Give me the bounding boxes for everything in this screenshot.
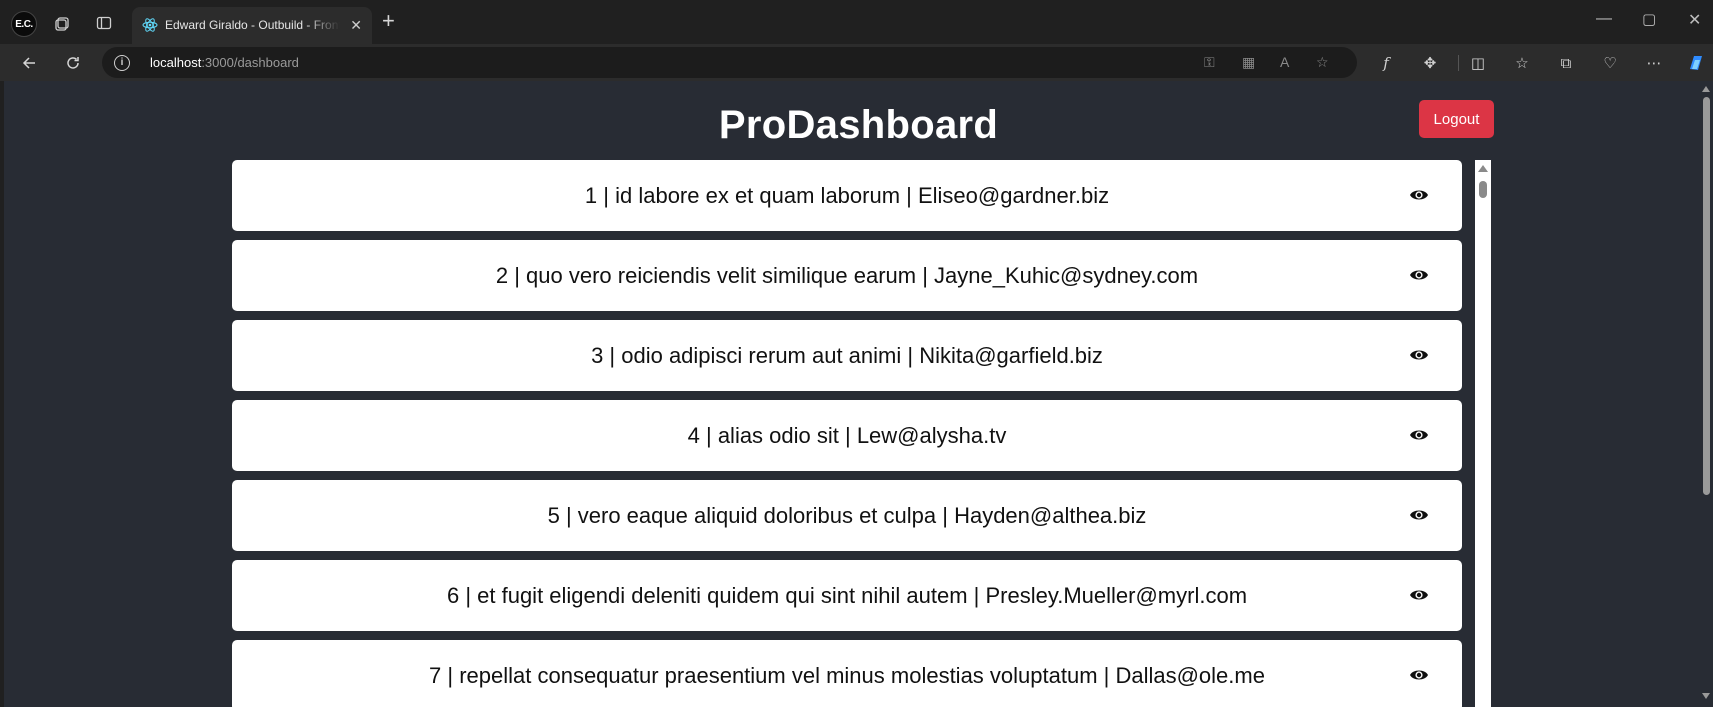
- list-item: 2 | quo vero reiciendis velit similique …: [232, 240, 1462, 311]
- browser-essentials-icon[interactable]: ♡: [1600, 53, 1620, 73]
- address-bar[interactable]: i localhost:3000/dashboard ⚿ ▦ A ☆: [102, 47, 1357, 78]
- tab-close-icon[interactable]: ✕: [350, 17, 362, 33]
- favorite-star-icon[interactable]: ☆: [1316, 54, 1329, 71]
- list-item: 5 | vero eaque aliquid doloribus et culp…: [232, 480, 1462, 551]
- page-scroll-up-icon[interactable]: [1702, 86, 1710, 92]
- font-icon[interactable]: f: [1376, 53, 1396, 73]
- key-icon[interactable]: ⚿: [1204, 54, 1215, 71]
- list-item-text: 6 | et fugit eligendi deleniti quidem qu…: [446, 582, 1248, 608]
- dashboard-page: ProDashboard Logout 1 | id labore ex et …: [4, 81, 1713, 707]
- eye-icon[interactable]: [1409, 187, 1429, 203]
- list-item-text: 3 | odio adipisci rerum aut animi | Niki…: [591, 342, 1103, 368]
- logout-button[interactable]: Logout: [1419, 100, 1494, 138]
- workspaces-icon[interactable]: [52, 12, 74, 34]
- eye-icon[interactable]: [1409, 347, 1429, 363]
- extensions-icon[interactable]: ✥: [1420, 53, 1440, 73]
- profile-initials: E.C.: [15, 18, 33, 30]
- close-window-icon[interactable]: ✕: [1688, 10, 1701, 30]
- list-scrollbar[interactable]: [1475, 160, 1491, 707]
- browser-toolbar: i localhost:3000/dashboard ⚿ ▦ A ☆ f ✥ ◫…: [0, 44, 1713, 81]
- maximize-icon[interactable]: ▢: [1642, 10, 1656, 28]
- eye-icon[interactable]: [1409, 587, 1429, 603]
- list-item: 1 | id labore ex et quam laborum | Elise…: [232, 160, 1462, 231]
- list-item: 3 | odio adipisci rerum aut animi | Niki…: [232, 320, 1462, 391]
- page-scrollbar-thumb[interactable]: [1703, 97, 1710, 495]
- copilot-icon[interactable]: [1686, 53, 1706, 73]
- list-item: 6 | et fugit eligendi deleniti quidem qu…: [232, 560, 1462, 631]
- vertical-tabs-icon[interactable]: [93, 12, 115, 34]
- back-icon[interactable]: [18, 52, 40, 74]
- list-item: 4 | alias odio sit | Lew@alysha.tv: [232, 400, 1462, 471]
- eye-icon[interactable]: [1409, 507, 1429, 523]
- list-item: 7 | repellat consequatur praesentium vel…: [232, 640, 1462, 707]
- app-available-icon[interactable]: ▦: [1242, 54, 1255, 71]
- read-aloud-icon[interactable]: A: [1280, 54, 1289, 70]
- page-scroll-down-icon[interactable]: [1702, 693, 1710, 699]
- profile-avatar[interactable]: E.C.: [11, 11, 37, 37]
- eye-icon[interactable]: [1409, 427, 1429, 443]
- url-text: localhost:3000/dashboard: [150, 55, 299, 70]
- split-screen-icon[interactable]: ◫: [1468, 53, 1488, 73]
- scroll-up-icon[interactable]: [1478, 165, 1488, 172]
- favorites-icon[interactable]: ☆: [1512, 53, 1532, 73]
- tab-title: Edward Giraldo - Outbuild - Front: [165, 18, 340, 32]
- url-path: :3000/dashboard: [201, 55, 299, 70]
- browser-titlebar: E.C. Edward Giraldo - Outbuild - Front ✕…: [0, 0, 1713, 44]
- refresh-icon[interactable]: [62, 52, 84, 74]
- list-item-text: 5 | vero eaque aliquid doloribus et culp…: [547, 502, 1147, 528]
- list-scrollbar-thumb[interactable]: [1479, 181, 1487, 198]
- list-item-text: 7 | repellat consequatur praesentium vel…: [429, 662, 1265, 688]
- browser-tab-active[interactable]: Edward Giraldo - Outbuild - Front ✕: [132, 7, 372, 44]
- toolbar-divider: [1458, 55, 1459, 71]
- url-host: localhost: [150, 55, 202, 70]
- item-list: 1 | id labore ex et quam laborum | Elise…: [232, 160, 1462, 707]
- site-info-icon[interactable]: i: [114, 55, 130, 71]
- react-favicon-icon: [142, 18, 158, 32]
- new-tab-icon[interactable]: +: [382, 10, 395, 32]
- page-scrollbar[interactable]: [1700, 81, 1713, 707]
- list-item-text: 2 | quo vero reiciendis velit similique …: [495, 262, 1199, 288]
- minimize-icon[interactable]: —: [1596, 10, 1612, 28]
- list-item-text: 4 | alias odio sit | Lew@alysha.tv: [687, 422, 1007, 448]
- collections-icon[interactable]: ⧉: [1556, 53, 1576, 73]
- list-item-text: 1 | id labore ex et quam laborum | Elise…: [584, 182, 1110, 208]
- more-menu-icon[interactable]: ⋯: [1644, 53, 1664, 73]
- eye-icon[interactable]: [1409, 667, 1429, 683]
- eye-icon[interactable]: [1409, 267, 1429, 283]
